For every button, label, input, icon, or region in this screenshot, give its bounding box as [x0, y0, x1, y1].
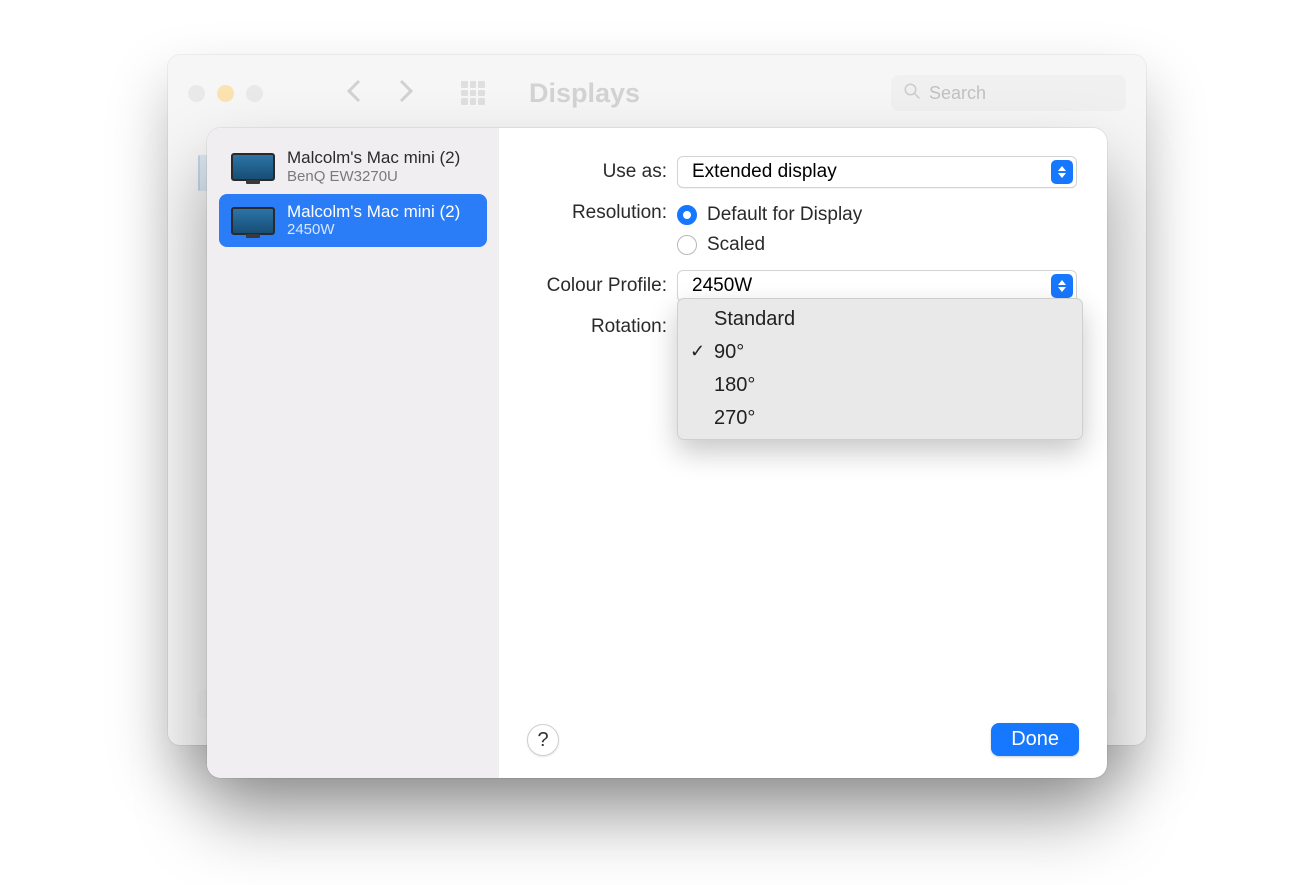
- display-item-sub: BenQ EW3270U: [287, 168, 460, 185]
- radio-icon: [677, 205, 697, 225]
- close-icon[interactable]: [188, 85, 205, 102]
- display-settings-sheet: Malcolm's Mac mini (2) BenQ EW3270U Malc…: [207, 128, 1107, 778]
- forward-button[interactable]: [395, 77, 415, 110]
- resolution-scaled-radio[interactable]: Scaled: [677, 234, 862, 256]
- resolution-scaled-label: Scaled: [707, 234, 765, 256]
- window-title: Displays: [529, 78, 640, 109]
- back-button[interactable]: [345, 77, 365, 110]
- traffic-lights: [188, 85, 263, 102]
- colour-profile-value: 2450W: [692, 275, 752, 297]
- rotation-option-90[interactable]: 90°: [678, 336, 1082, 369]
- display-item-name: Malcolm's Mac mini (2): [287, 203, 460, 222]
- resolution-label: Resolution:: [523, 202, 677, 224]
- display-item-name: Malcolm's Mac mini (2): [287, 149, 460, 168]
- display-item-2450w[interactable]: Malcolm's Mac mini (2) 2450W: [219, 194, 487, 248]
- search-field[interactable]: [891, 75, 1126, 111]
- displays-sidebar: Malcolm's Mac mini (2) BenQ EW3270U Malc…: [207, 128, 499, 778]
- rotation-option-standard[interactable]: Standard: [678, 303, 1082, 336]
- resolution-default-label: Default for Display: [707, 204, 862, 226]
- minimize-icon[interactable]: [217, 85, 234, 102]
- display-item-sub: 2450W: [287, 221, 460, 238]
- help-button[interactable]: ?: [527, 724, 559, 756]
- rotation-option-270[interactable]: 270°: [678, 402, 1082, 435]
- rotation-label: Rotation:: [523, 316, 677, 338]
- titlebar: Displays: [168, 55, 1146, 131]
- radio-icon: [677, 235, 697, 255]
- show-all-icon[interactable]: [461, 81, 485, 105]
- maximize-icon[interactable]: [246, 85, 263, 102]
- search-icon: [903, 82, 921, 105]
- nav-arrows: [345, 77, 415, 110]
- colour-profile-label: Colour Profile:: [523, 275, 677, 297]
- use-as-value: Extended display: [692, 161, 837, 183]
- done-button[interactable]: Done: [991, 723, 1079, 756]
- resolution-default-radio[interactable]: Default for Display: [677, 204, 862, 226]
- use-as-select[interactable]: Extended display: [677, 156, 1077, 188]
- use-as-label: Use as:: [523, 161, 677, 183]
- chevron-updown-icon: [1051, 160, 1073, 184]
- display-item-benq[interactable]: Malcolm's Mac mini (2) BenQ EW3270U: [219, 140, 487, 194]
- monitor-icon: [231, 207, 275, 235]
- rotation-option-180[interactable]: 180°: [678, 369, 1082, 402]
- display-detail-pane: Use as: Extended display Resolution: Def…: [499, 128, 1107, 778]
- monitor-icon: [231, 153, 275, 181]
- rotation-dropdown[interactable]: Standard 90° 180° 270°: [677, 298, 1083, 440]
- search-input[interactable]: [929, 83, 1114, 104]
- chevron-updown-icon: [1051, 274, 1073, 298]
